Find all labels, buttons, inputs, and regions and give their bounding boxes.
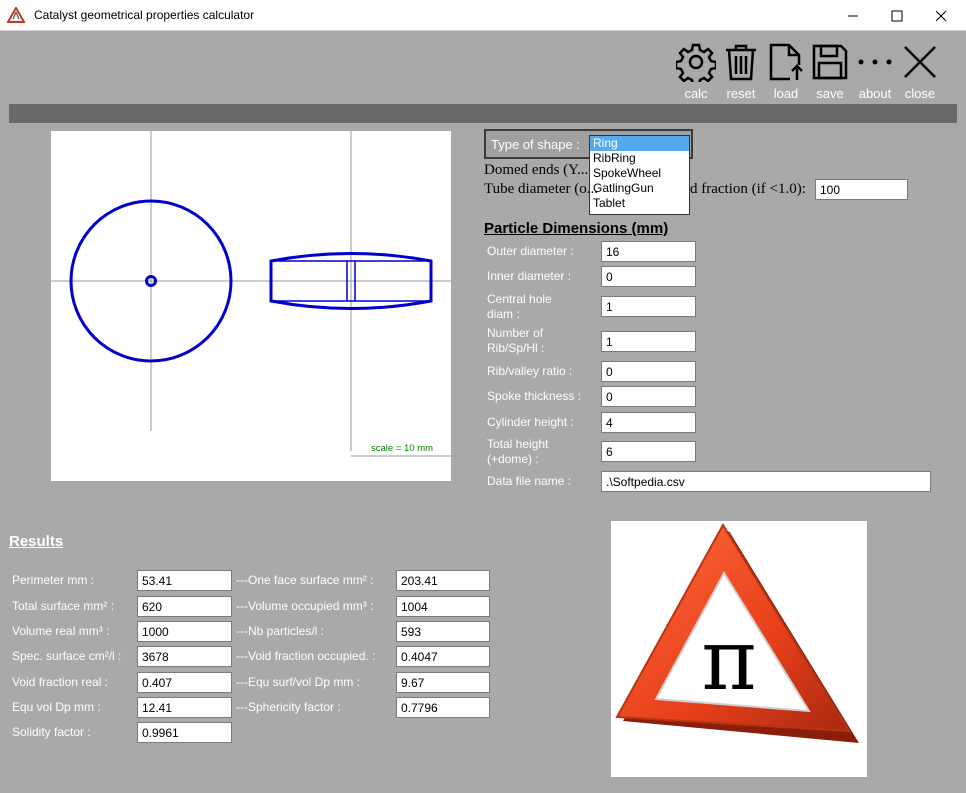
solidity-value[interactable]: 0.9961 xyxy=(137,722,232,743)
about-button[interactable]: about xyxy=(853,42,897,101)
cylinder-height-label: Cylinder height : xyxy=(487,415,574,429)
shape-option-spokewheel[interactable]: SpokeWheel xyxy=(590,166,689,181)
file-upload-icon xyxy=(769,43,803,81)
nb-particles-value[interactable]: 593 xyxy=(396,621,490,642)
app-logo-icon xyxy=(7,7,25,23)
trash-icon xyxy=(726,44,756,81)
outer-diameter-label: Outer diameter : xyxy=(487,244,574,258)
equ-surf-vol-label: ---Equ surf/vol Dp mm : xyxy=(236,675,361,689)
equ-vol-dp-label: Equ vol Dp mm : xyxy=(12,700,101,714)
reset-button[interactable]: reset xyxy=(719,42,763,101)
domed-ends-label: Domed ends (Y... xyxy=(484,162,589,178)
maximize-icon xyxy=(891,10,903,21)
outer-diameter-input[interactable]: 16 xyxy=(601,241,696,262)
load-button[interactable]: load xyxy=(764,42,808,101)
perimeter-label: Perimeter mm : xyxy=(12,573,95,587)
perimeter-value[interactable]: 53.41 xyxy=(137,570,232,591)
save-label: save xyxy=(816,86,844,101)
close-button[interactable]: close xyxy=(898,42,942,101)
shape-type-label: Type of shape : xyxy=(491,137,580,152)
total-height-label: Total height (+dome) : xyxy=(487,437,549,466)
data-file-label: Data file name : xyxy=(487,474,572,488)
pi-symbol: π xyxy=(701,611,756,709)
sphericity-value[interactable]: 0.7796 xyxy=(396,697,490,718)
window-close-button[interactable] xyxy=(918,0,964,31)
calc-button[interactable]: calc xyxy=(674,42,718,101)
spoke-thickness-label: Spoke thickness : xyxy=(487,389,582,403)
cylinder-height-input[interactable]: 4 xyxy=(601,412,696,433)
load-label: load xyxy=(773,86,799,101)
shape-option-ribring[interactable]: RibRing xyxy=(590,151,689,166)
tube-diameter-label: Tube diameter (o... xyxy=(484,181,599,197)
central-hole-input[interactable]: 1 xyxy=(601,296,696,317)
void-fraction-label: d fraction (if <1.0): xyxy=(690,181,806,197)
void-fraction-occupied-value[interactable]: 0.4047 xyxy=(396,646,490,667)
equ-surf-vol-value[interactable]: 9.67 xyxy=(396,672,490,693)
tube-diameter-input[interactable]: 100 xyxy=(815,179,908,200)
central-hole-label: Central hole diam : xyxy=(487,292,552,321)
about-label: about xyxy=(858,86,892,101)
reset-label: reset xyxy=(726,86,756,101)
one-face-surface-value[interactable]: 203.41 xyxy=(396,570,490,591)
shape-preview-canvas: scale = 10 mm xyxy=(51,131,451,481)
spec-surface-value[interactable]: 3678 xyxy=(137,646,232,667)
void-fraction-real-value[interactable]: 0.407 xyxy=(137,672,232,693)
sphericity-label: ---Sphericity factor : xyxy=(236,700,341,714)
close-label: close xyxy=(904,86,936,101)
window-title: Catalyst geometrical properties calculat… xyxy=(34,8,255,22)
number-rib-input[interactable]: 1 xyxy=(601,331,696,352)
shape-preview-drawing: scale = 10 mm xyxy=(51,131,451,457)
shape-type-dropdown-list[interactable]: Ring RibRing SpokeWheel GatlingGun Table… xyxy=(589,135,690,215)
inner-diameter-input[interactable]: 0 xyxy=(601,266,696,287)
maximize-button[interactable] xyxy=(874,0,920,31)
total-surface-value[interactable]: 620 xyxy=(137,596,232,617)
total-height-input[interactable]: 6 xyxy=(601,441,696,462)
minimize-icon xyxy=(848,15,858,16)
results-title: Results xyxy=(9,533,64,550)
data-file-input[interactable]: .\Softpedia.csv xyxy=(601,471,931,492)
number-rib-label: Number of Rib/Sp/Hl : xyxy=(487,326,545,355)
warning-triangle-icon: π xyxy=(615,523,859,743)
one-face-surface-label: ---One face surface mm² : xyxy=(236,573,374,587)
title-bar: Catalyst geometrical properties calculat… xyxy=(0,0,966,31)
more-dots-icon xyxy=(858,59,892,65)
nb-particles-label: ---Nb particles/l : xyxy=(236,624,325,638)
pi-warning-sign-image: π xyxy=(611,521,867,777)
save-button[interactable]: save xyxy=(808,42,852,101)
void-fraction-occupied-label: ---Void fraction occupied. : xyxy=(236,649,376,663)
rib-valley-label: Rib/valley ratio : xyxy=(487,364,573,378)
scale-label: scale = 10 mm xyxy=(371,443,433,454)
volume-occupied-label: ---Volume occupied mm³ : xyxy=(236,599,374,613)
void-fraction-real-label: Void fraction real : xyxy=(12,675,109,689)
total-surface-label: Total surface mm² : xyxy=(12,599,115,613)
shape-option-gatlinggun[interactable]: GatlingGun xyxy=(590,181,689,196)
gear-icon xyxy=(676,43,716,82)
solidity-label: Solidity factor : xyxy=(12,725,91,739)
minimize-button[interactable] xyxy=(830,0,876,31)
inner-diameter-label: Inner diameter : xyxy=(487,269,572,283)
close-icon xyxy=(935,10,947,21)
shape-option-ring[interactable]: Ring xyxy=(590,136,689,151)
separator-bar xyxy=(9,104,957,123)
spec-surface-label: Spec. surface cm²/l : xyxy=(12,649,122,663)
calc-label: calc xyxy=(684,86,708,101)
close-x-icon xyxy=(904,46,936,78)
volume-real-value[interactable]: 1000 xyxy=(137,621,232,642)
volume-real-label: Volume real mm³ : xyxy=(12,624,110,638)
shape-option-tablet[interactable]: Tablet xyxy=(590,196,689,211)
floppy-disk-icon xyxy=(812,44,848,80)
equ-vol-dp-value[interactable]: 12.41 xyxy=(137,697,232,718)
dimensions-title: Particle Dimensions (mm) xyxy=(484,220,669,237)
volume-occupied-value[interactable]: 1004 xyxy=(396,596,490,617)
spoke-thickness-input[interactable]: 0 xyxy=(601,386,696,407)
rib-valley-input[interactable]: 0 xyxy=(601,361,696,382)
